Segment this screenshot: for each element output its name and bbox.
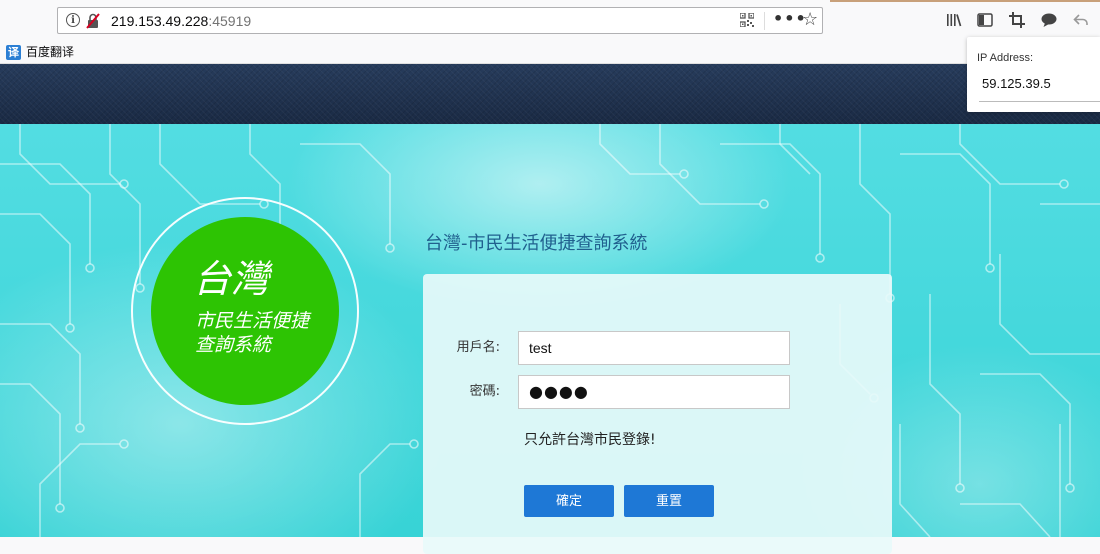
logo-title: 台灣 (193, 257, 270, 301)
password-mask: ●●●● (529, 382, 589, 401)
url-port: :45919 (208, 13, 252, 29)
url-bar[interactable]: i 219.153.49.228:45919 ••• ☆ (57, 7, 823, 34)
url-bar-separator (764, 12, 765, 30)
login-notice: 只允許台灣市民登錄! (524, 432, 656, 448)
url-host: 219.153.49.228 (111, 13, 209, 29)
insecure-lock-icon[interactable] (86, 13, 100, 29)
bookmark-baidu-translate[interactable]: 译 百度翻译 (6, 44, 74, 61)
translate-icon: 译 (6, 45, 21, 60)
logo-subtitle-line1: 市民生活便捷 (195, 310, 310, 332)
reset-button[interactable]: 重置 (624, 485, 714, 517)
back-icon[interactable] (1072, 11, 1090, 29)
sidebar-icon[interactable] (976, 11, 994, 29)
qr-code-icon[interactable] (740, 13, 754, 27)
submit-button[interactable]: 確定 (524, 485, 614, 517)
browser-toolbar: i 219.153.49.228:45919 ••• ☆ (0, 0, 1100, 42)
ip-address-popup: IP Address: 59.125.39.5 (967, 37, 1100, 112)
bookmark-label: 百度翻译 (26, 45, 75, 59)
username-label: 用戶名: (456, 340, 500, 355)
bookmarks-toolbar: 译 百度翻译 (0, 42, 1100, 64)
page-header-band (0, 64, 1100, 124)
toolbar-accent-line (830, 0, 1100, 2)
info-icon[interactable]: i (66, 13, 80, 27)
password-label: 密碼: (469, 384, 500, 399)
username-input[interactable] (518, 331, 790, 365)
bookmark-star-icon[interactable]: ☆ (802, 10, 818, 30)
logo-subtitle-line2: 查詢系統 (195, 334, 272, 356)
library-icon[interactable] (945, 11, 963, 29)
screenshot-icon[interactable] (1008, 11, 1026, 29)
system-title: 台灣-市民生活便捷查詢系統 (425, 233, 648, 254)
popup-divider (979, 101, 1100, 102)
url-text[interactable]: 219.153.49.228:45919 (111, 13, 251, 29)
chat-icon[interactable] (1040, 11, 1058, 29)
ip-address-label: IP Address: (977, 52, 1034, 64)
ip-address-value: 59.125.39.5 (982, 76, 1051, 91)
